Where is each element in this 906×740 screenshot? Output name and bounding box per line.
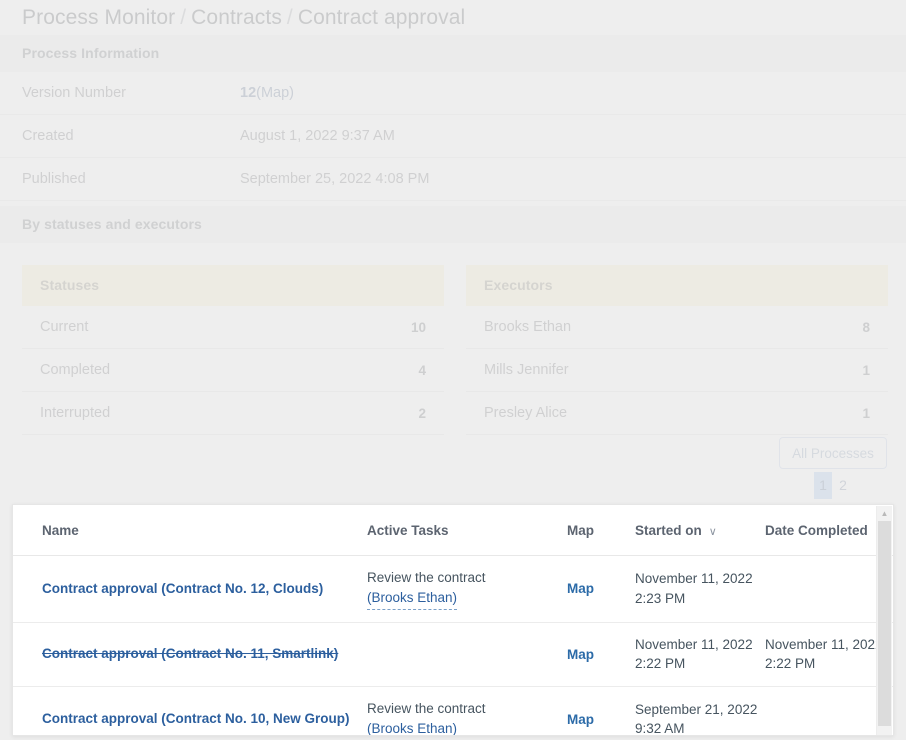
- cell-name: Contract approval (Contract No. 12, Clou…: [13, 555, 367, 623]
- executor-label: Brooks Ethan: [484, 319, 572, 335]
- statuses-row-interrupted[interactable]: Interrupted 2: [22, 392, 444, 435]
- column-header-active-tasks[interactable]: Active Tasks: [367, 505, 567, 556]
- breadcrumb-separator: /: [286, 6, 293, 29]
- process-table-header: Name Active Tasks Map Started on ∨ Date C…: [13, 505, 893, 556]
- process-name-link[interactable]: Contract approval (Contract No. 12, Clou…: [42, 580, 323, 598]
- process-name-link[interactable]: Contract approval (Contract No. 10, New …: [42, 710, 350, 728]
- breadcrumb-item-contract-approval: Contract approval: [297, 6, 466, 29]
- started-on-value: September 21, 2022 9:32 AM: [635, 701, 758, 736]
- map-link[interactable]: Map: [567, 647, 594, 662]
- cell-active-tasks: [367, 622, 567, 687]
- dimmed-page-overlay: Process Monitor / Contracts / Contract appro…: [0, 0, 906, 520]
- cell-map: Map: [567, 555, 635, 623]
- breadcrumb-item-process-monitor[interactable]: Process Monitor: [22, 6, 175, 29]
- executor-count: 1: [862, 362, 870, 378]
- column-header-started-on[interactable]: Started on ∨: [635, 505, 765, 556]
- executors-panel: Executors Brooks Ethan 8 Mills Jennifer …: [466, 265, 888, 435]
- pagination: 1 2: [814, 472, 852, 499]
- process-name-link[interactable]: Contract approval (Contract No. 11, Smar…: [42, 645, 338, 663]
- cell-date-completed: [765, 555, 893, 623]
- task-executor[interactable]: (Brooks Ethan): [367, 588, 458, 610]
- column-header-started-on-label: Started on: [635, 523, 702, 538]
- task-title: Review the contract: [367, 700, 486, 716]
- info-value-published: September 25, 2022 4:08 PM: [240, 171, 430, 187]
- table-actions: All Processes 1 2: [778, 437, 888, 499]
- column-header-name[interactable]: Name: [13, 505, 367, 556]
- status-label: Completed: [40, 362, 111, 378]
- table-row[interactable]: Contract approval (Contract No. 11, Smar…: [13, 622, 893, 687]
- status-count: 4: [418, 362, 426, 378]
- status-label: Current: [40, 319, 89, 335]
- executors-panel-header: Executors: [466, 265, 888, 306]
- map-link[interactable]: Map: [567, 581, 594, 596]
- started-on-value: November 11, 2022 2:23 PM: [635, 571, 753, 606]
- process-table: Name Active Tasks Map Started on ∨ Date C…: [13, 505, 893, 736]
- statuses-panel: Statuses Current 10 Completed 4 Interrup…: [22, 265, 444, 435]
- chevron-down-icon: ∨: [708, 526, 717, 538]
- section-header-by-statuses-and-executors: By statuses and executors: [0, 206, 906, 243]
- executor-count: 1: [862, 405, 870, 421]
- info-row-version-number: Version Number 12(Map): [0, 72, 906, 115]
- task-executor[interactable]: (Brooks Ethan): [367, 719, 457, 735]
- version-map-link[interactable]: (Map): [256, 85, 294, 101]
- process-table-body: Contract approval (Contract No. 12, Clou…: [13, 555, 893, 736]
- map-link[interactable]: Map: [567, 712, 594, 727]
- cell-map: Map: [567, 622, 635, 687]
- executor-count: 8: [862, 319, 870, 335]
- executors-row-presley-alice[interactable]: Presley Alice 1: [466, 392, 888, 435]
- started-on-value: November 11, 2022 2:22 PM: [635, 636, 753, 672]
- status-count: 2: [418, 405, 426, 421]
- cell-started-on: September 21, 2022 9:32 AM: [635, 686, 765, 736]
- table-row[interactable]: Contract approval (Contract No. 10, New …: [13, 686, 893, 736]
- info-label: Version Number: [22, 85, 126, 101]
- breadcrumb-item-contracts[interactable]: Contracts: [191, 6, 282, 29]
- statuses-row-current[interactable]: Current 10: [22, 306, 444, 349]
- executor-label: Mills Jennifer: [484, 362, 569, 378]
- cell-date-completed: [765, 686, 893, 735]
- info-value-created: August 1, 2022 9:37 AM: [240, 128, 395, 144]
- column-header-date-completed[interactable]: Date Completed: [765, 505, 893, 556]
- all-processes-button[interactable]: All Processes: [779, 437, 887, 469]
- column-header-map[interactable]: Map: [567, 505, 635, 556]
- scrollbar-thumb[interactable]: [878, 521, 891, 726]
- info-value-version: 12(Map): [240, 85, 294, 101]
- breadcrumb-separator: /: [180, 6, 187, 29]
- process-list-card: Name Active Tasks Map Started on ∨ Date C…: [12, 504, 894, 736]
- cell-name: Contract approval (Contract No. 11, Smar…: [13, 622, 367, 687]
- table-scrollbar[interactable]: ▲: [876, 506, 892, 735]
- statuses-executors-panels: Statuses Current 10 Completed 4 Interrup…: [0, 243, 906, 435]
- table-header-row: Name Active Tasks Map Started on ∨ Date C…: [13, 505, 893, 556]
- cell-map: Map: [567, 686, 635, 735]
- info-label: Published: [22, 171, 86, 187]
- executors-row-brooks-ethan[interactable]: Brooks Ethan 8: [466, 306, 888, 349]
- info-label: Created: [22, 128, 74, 144]
- status-label: Interrupted: [40, 405, 111, 421]
- cell-started-on: November 11, 2022 2:23 PM: [635, 555, 765, 623]
- scroll-up-arrow-icon[interactable]: ▲: [877, 506, 892, 520]
- cell-started-on: November 11, 2022 2:22 PM: [635, 622, 765, 687]
- cell-active-tasks: Review the contract (Brooks Ethan): [367, 555, 567, 623]
- cell-date-completed: November 11, 2022 2:22 PM: [765, 622, 893, 687]
- date-completed-value: November 11, 2022 2:22 PM: [765, 636, 883, 672]
- pagination-page-2[interactable]: 2: [834, 472, 852, 499]
- info-row-created: Created August 1, 2022 9:37 AM: [0, 115, 906, 158]
- executor-label: Presley Alice: [484, 405, 568, 421]
- section-header-process-information: Process Information: [0, 35, 906, 72]
- status-count: 10: [410, 319, 426, 335]
- executors-row-mills-jennifer[interactable]: Mills Jennifer 1: [466, 349, 888, 392]
- breadcrumb: Process Monitor / Contracts / Contract appro…: [0, 0, 906, 30]
- table-row[interactable]: Contract approval (Contract No. 12, Clou…: [13, 555, 893, 623]
- version-number-value: 12: [240, 85, 257, 101]
- statuses-row-completed[interactable]: Completed 4: [22, 349, 444, 392]
- cell-name: Contract approval (Contract No. 10, New …: [13, 686, 367, 735]
- pagination-page-1[interactable]: 1: [814, 472, 832, 499]
- cell-active-tasks: Review the contract (Brooks Ethan): [367, 686, 567, 735]
- statuses-panel-header: Statuses: [22, 265, 444, 306]
- process-information-rows: Version Number 12(Map) Created August 1,…: [0, 72, 906, 201]
- task-title: Review the contract: [367, 570, 486, 585]
- info-row-published: Published September 25, 2022 4:08 PM: [0, 158, 906, 201]
